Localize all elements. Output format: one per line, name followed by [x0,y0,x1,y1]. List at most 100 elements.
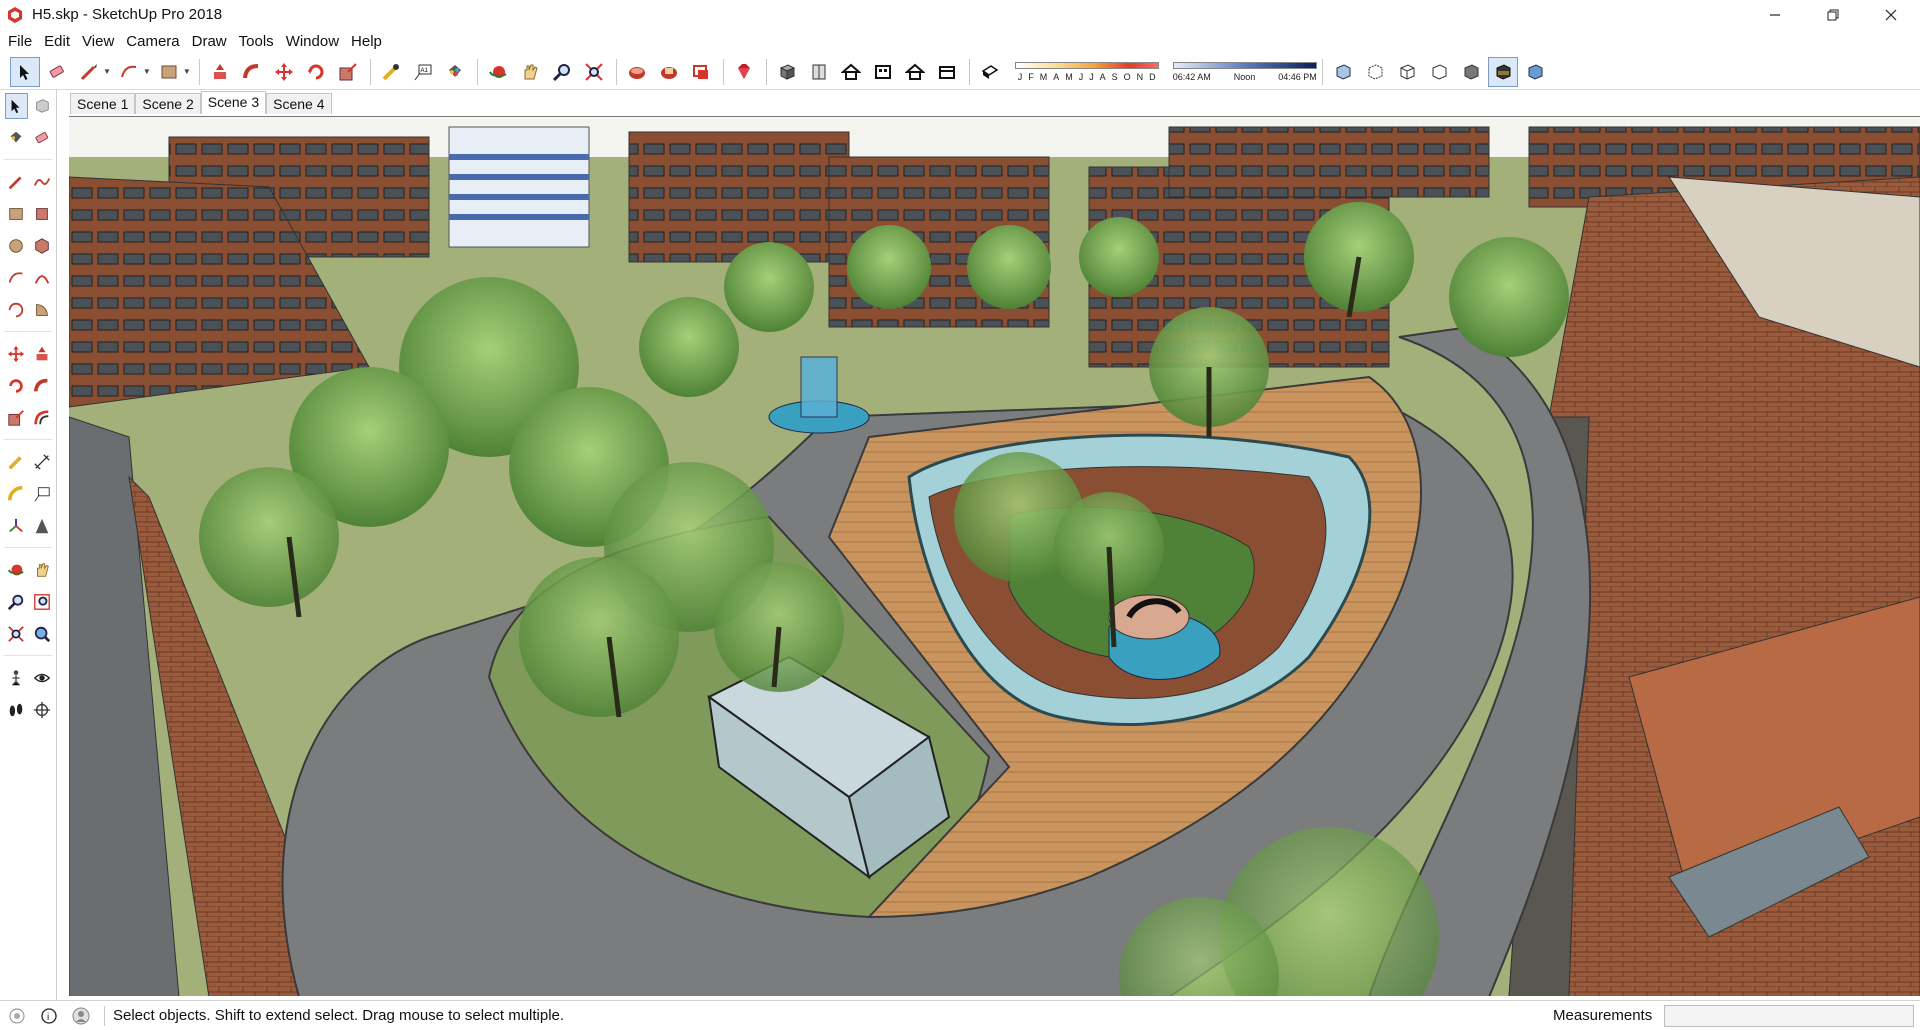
scale-icon[interactable] [5,405,28,431]
tab-scene-4[interactable]: Scene 4 [266,93,332,114]
month-label: F [1028,71,1034,82]
orbit-icon[interactable] [483,57,513,87]
back-view-icon[interactable] [900,57,930,87]
pie-icon[interactable] [31,297,54,323]
arc-icon[interactable] [114,57,144,87]
tab-scene-2[interactable]: Scene 2 [135,93,201,114]
look-around-icon[interactable] [31,665,54,691]
shaded-icon[interactable] [1456,57,1486,87]
menu-window[interactable]: Window [282,33,347,50]
menu-file[interactable]: File [4,33,40,50]
measurements-input[interactable] [1664,1005,1914,1027]
geo-location-icon[interactable] [7,1006,27,1026]
model-viewport[interactable] [69,116,1920,996]
layout-icon[interactable] [686,57,716,87]
tab-scene-1[interactable]: Scene 1 [70,93,136,114]
move-icon[interactable] [5,341,28,367]
chevron-down-icon[interactable]: ▼ [183,67,191,76]
zoom-extents-icon[interactable] [579,57,609,87]
zoom-icon[interactable] [5,589,28,615]
rectangle-icon[interactable] [154,57,184,87]
left-view-icon[interactable] [932,57,962,87]
eraser-icon[interactable] [31,125,54,151]
push-pull-icon[interactable] [205,57,235,87]
tab-scene-3[interactable]: Scene 3 [200,91,267,114]
arc-icon[interactable] [5,265,28,291]
position-camera-icon[interactable] [5,665,28,691]
tape-measure-icon[interactable] [5,449,28,475]
zoom-window-icon[interactable] [31,589,54,615]
credits-icon[interactable]: i [39,1006,59,1026]
pan-icon[interactable] [515,57,545,87]
xray-icon[interactable] [1328,57,1358,87]
follow-me-icon[interactable] [31,373,54,399]
freehand-icon[interactable] [31,169,54,195]
zoom-icon[interactable] [547,57,577,87]
pencil-line-icon[interactable] [74,57,104,87]
shadow-time-slider[interactable]: 06:42 AM Noon 04:46 PM [1172,57,1317,87]
dimension-icon[interactable] [31,449,54,475]
shaded-textures-icon[interactable] [1487,56,1518,87]
front-view-icon[interactable] [804,57,834,87]
menu-view[interactable]: View [78,33,122,50]
rectangle-icon[interactable] [5,201,28,227]
paint-bucket-icon[interactable] [5,125,28,151]
menu-edit[interactable]: Edit [40,33,78,50]
line-icon[interactable] [5,169,28,195]
text-icon[interactable]: A1 [408,57,438,87]
ruby-icon[interactable] [729,57,759,87]
rotate-icon[interactable] [301,57,331,87]
circle-icon[interactable] [5,233,28,259]
side-view-icon[interactable] [868,57,898,87]
eraser-icon[interactable] [42,57,72,87]
menu-tools[interactable]: Tools [235,33,282,50]
orbit-icon[interactable] [5,557,28,583]
protractor-icon[interactable] [5,481,28,507]
3d-scene-render[interactable] [69,117,1920,996]
offset-icon[interactable] [31,405,54,431]
menu-camera[interactable]: Camera [122,33,187,50]
menu-help[interactable]: Help [347,33,390,50]
shadow-date-slider[interactable]: J F M A M J J A S O N D [1014,57,1159,87]
close-icon[interactable] [1862,0,1920,29]
chevron-down-icon[interactable]: ▼ [143,67,151,76]
restore-icon[interactable] [1804,0,1862,29]
axes-icon[interactable] [5,513,28,539]
shadows-toggle-icon[interactable] [975,57,1005,87]
hidden-line-icon[interactable] [1424,57,1454,87]
minimize-icon[interactable] [1746,0,1804,29]
walk-icon[interactable] [5,697,28,723]
rotate-icon[interactable] [5,373,28,399]
chevron-down-icon[interactable]: ▼ [103,67,111,76]
section-plane-icon[interactable] [31,697,54,723]
follow-me-icon[interactable] [237,57,267,87]
zoom-extents-icon[interactable] [5,621,28,647]
scale-icon[interactable] [333,57,363,87]
wireframe-icon[interactable] [1392,57,1422,87]
previous-view-icon[interactable] [31,621,54,647]
three-point-arc-icon[interactable] [5,297,28,323]
extension-warehouse-icon[interactable] [654,57,684,87]
shadow-time-bar[interactable] [1172,61,1317,69]
select-icon[interactable] [5,93,28,119]
make-component-icon[interactable] [31,93,54,119]
back-edges-icon[interactable] [1360,57,1390,87]
select-icon[interactable] [10,56,40,87]
paint-bucket-icon[interactable] [440,57,470,87]
shadow-date-bar[interactable] [1014,61,1159,69]
pan-icon[interactable] [31,557,54,583]
top-view-icon[interactable] [836,57,866,87]
text-icon[interactable] [31,481,54,507]
menu-draw[interactable]: Draw [188,33,235,50]
monochrome-icon[interactable] [1520,57,1550,87]
warehouse-icon[interactable] [622,57,652,87]
move-icon[interactable] [269,57,299,87]
two-point-arc-icon[interactable] [31,265,54,291]
push-pull-icon[interactable] [31,341,54,367]
tape-measure-icon[interactable] [376,57,406,87]
3d-text-icon[interactable] [31,513,54,539]
iso-view-icon[interactable] [772,57,802,87]
user-icon[interactable] [71,1006,91,1026]
polygon-icon[interactable] [31,233,54,259]
rotated-rectangle-icon[interactable] [31,201,54,227]
